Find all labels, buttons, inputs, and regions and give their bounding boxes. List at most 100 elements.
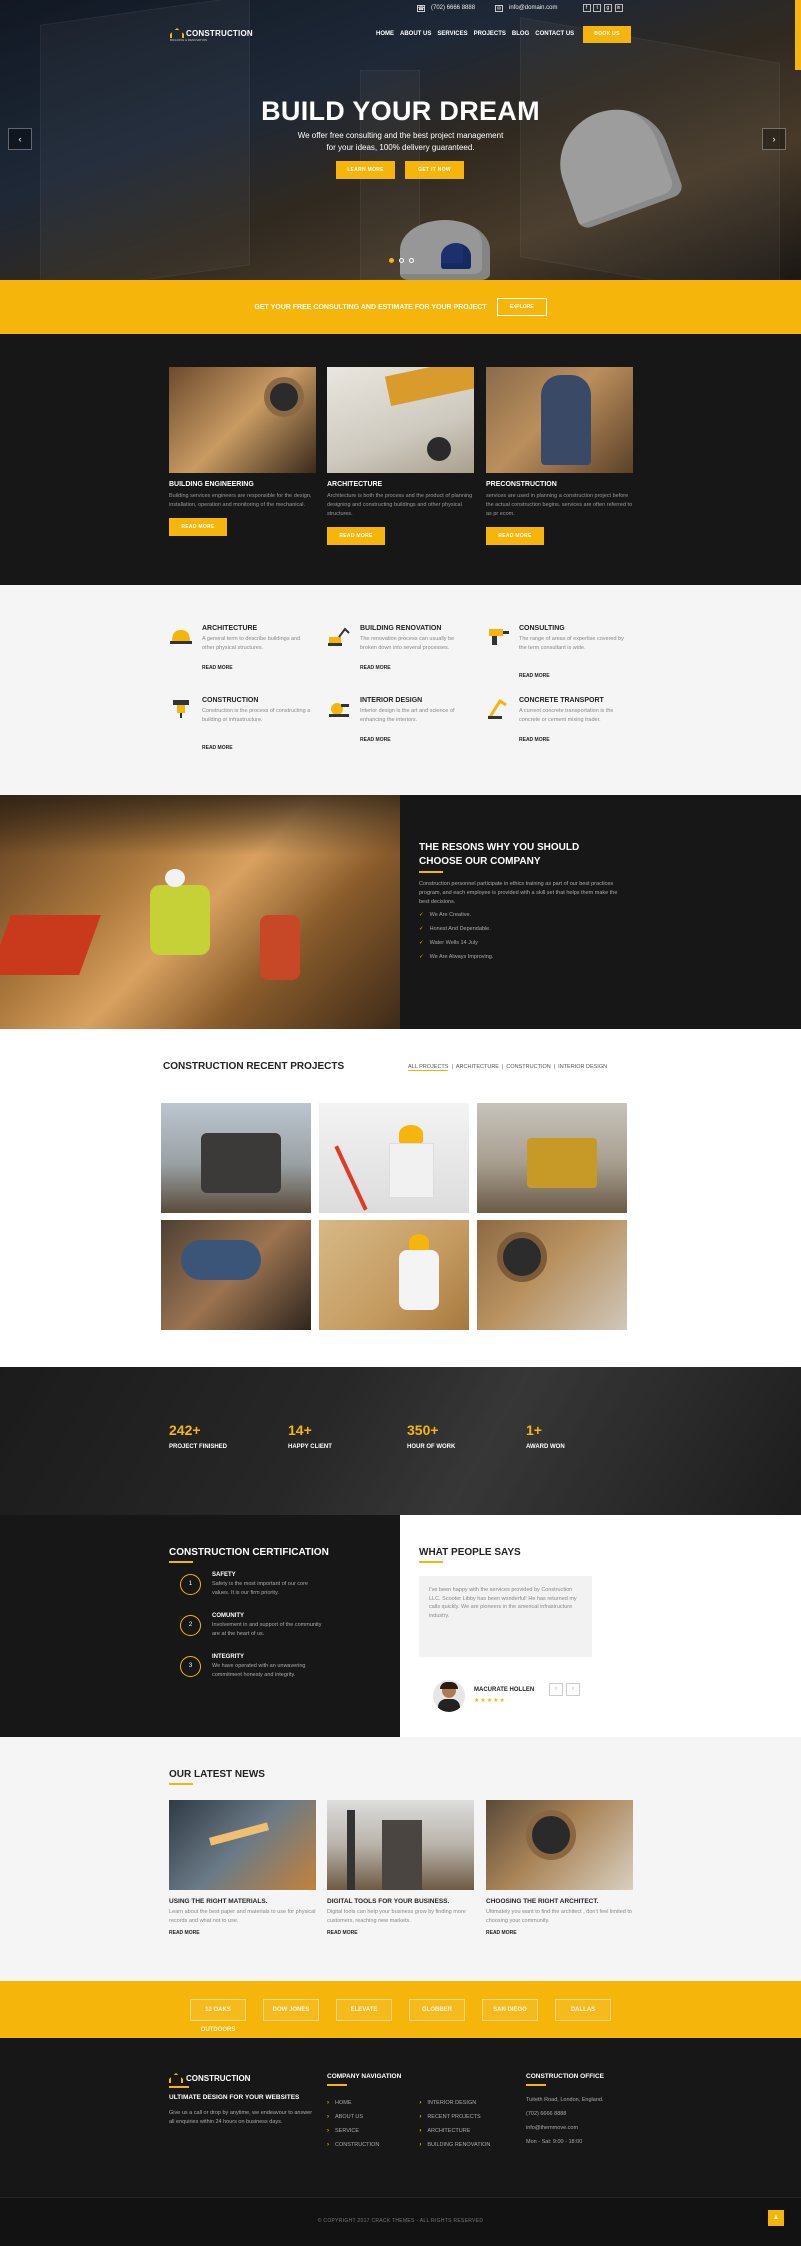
google-plus-icon[interactable]: g <box>603 4 612 12</box>
read-more-button[interactable]: READ MORE <box>169 518 227 536</box>
project-image[interactable] <box>477 1103 627 1213</box>
partner-logo[interactable]: GLOBBER <box>409 1998 465 2021</box>
read-more-link[interactable]: READ MORE <box>519 737 550 743</box>
news-image[interactable] <box>486 1800 633 1890</box>
check-icon: ✓ <box>419 912 424 918</box>
news-image[interactable] <box>327 1800 474 1890</box>
slider-dot[interactable] <box>409 258 414 263</box>
testimonial-name: MACURATE HOLLEN <box>474 1687 535 1693</box>
nav-about[interactable]: ABOUT US <box>400 31 431 37</box>
facebook-icon[interactable]: f <box>582 4 591 12</box>
explore-button[interactable]: EXPLORE <box>496 298 547 316</box>
news-card-title[interactable]: DIGITAL TOOLS FOR YOUR BUSINESS. <box>327 1898 474 1905</box>
tab-all-projects[interactable]: ALL PROJECTS <box>408 1064 449 1071</box>
footer-tagline: ULTIMATE DESIGN FOR YOUR WEBSITES <box>169 2094 300 2101</box>
tab-interior-design[interactable]: INTERIOR DESIGN <box>558 1064 607 1071</box>
read-more-link[interactable]: READ MORE <box>486 1930 633 1936</box>
project-image[interactable] <box>319 1220 469 1330</box>
slider-dot[interactable] <box>389 258 394 263</box>
footer-nav-link[interactable]: › INTERIOR DESIGN <box>419 2100 490 2106</box>
news-card: CHOOSING THE RIGHT ARCHITECT. Ultimately… <box>486 1800 633 1936</box>
service-title: PRECONSTRUCTION <box>486 481 557 488</box>
read-more-link[interactable]: READ MORE <box>327 1930 474 1936</box>
feature-text: A general term to describe buildings and… <box>202 636 301 651</box>
project-image[interactable] <box>319 1103 469 1213</box>
topbar: ☎ (702) 6666 8888 ✉ info@domain.com f t … <box>417 4 623 12</box>
partner-logo[interactable]: DOW JONES <box>263 1998 319 2021</box>
read-more-link[interactable]: READ MORE <box>519 673 550 679</box>
news-title: OUR LATEST NEWS <box>169 1769 265 1780</box>
nav-home[interactable]: HOME <box>376 31 394 37</box>
nav-projects[interactable]: PROJECTS <box>474 31 506 37</box>
nav-services[interactable]: SERVICES <box>437 31 467 37</box>
learn-more-button[interactable]: LEARN MORE <box>336 161 395 179</box>
project-image[interactable] <box>161 1220 311 1330</box>
footer-nav-link[interactable]: › RECENT PROJECTS <box>419 2114 490 2120</box>
project-image[interactable] <box>161 1103 311 1213</box>
nav-blog[interactable]: BLOG <box>512 31 529 37</box>
read-more-button[interactable]: READ MORE <box>327 527 385 545</box>
footer-nav-link[interactable]: › ARCHITECTURE <box>419 2128 490 2134</box>
slider-dots <box>389 258 414 263</box>
footer-email[interactable]: info@themmove.com <box>526 2124 604 2133</box>
hero-subtitle-line: for your ideas, 100% delivery guaranteed… <box>326 143 475 152</box>
book-us-button[interactable]: BOOK US <box>583 26 631 43</box>
nav-contact[interactable]: CONTACT US <box>535 31 574 37</box>
stat-item: 14+ HAPPY CLIENT <box>288 1422 332 1450</box>
stat-label: HOUR OF WORK <box>407 1444 456 1450</box>
avatar <box>433 1680 465 1712</box>
service-image <box>327 367 474 473</box>
partner-logo[interactable]: 12 OAKS OUTDOORS <box>190 1998 246 2033</box>
tab-construction[interactable]: CONSTRUCTION <box>506 1064 550 1071</box>
news-card-title[interactable]: USING THE RIGHT MATERIALS. <box>169 1898 316 1905</box>
partner-logo[interactable]: SAN DIEGO <box>482 1998 538 2021</box>
news-card-title[interactable]: CHOOSING THE RIGHT ARCHITECT. <box>486 1898 633 1905</box>
footer-nav-link[interactable]: › ABOUT US <box>327 2114 379 2120</box>
twitter-icon[interactable]: t <box>593 4 602 12</box>
scroll-to-top-icon[interactable]: ▲ <box>768 2210 784 2226</box>
reasons-title: THE RESONS WHY YOU SHOULD CHOOSE OUR COM… <box>419 842 580 867</box>
logo-subtext: BUILDING & RENOVATION <box>170 38 208 42</box>
footer-nav-link[interactable]: › BUILDING RENOVATION <box>419 2142 490 2148</box>
footer-nav-link[interactable]: › SERVICE <box>327 2128 379 2134</box>
footer-nav-link[interactable]: › CONSTRUCTION <box>327 2142 379 2148</box>
read-more-link[interactable]: READ MORE <box>202 665 233 671</box>
read-more-link[interactable]: READ MORE <box>360 737 391 743</box>
get-it-now-button[interactable]: GET IT NOW <box>405 161 464 179</box>
feature-title: ARCHITECTURE <box>202 625 258 632</box>
certification-title: CONSTRUCTION CERTIFICATION <box>169 1547 329 1558</box>
topbar-email[interactable]: info@domain.com <box>509 5 557 11</box>
read-more-link[interactable]: READ MORE <box>360 665 391 671</box>
service-image <box>486 367 633 473</box>
testimonial-prev-icon[interactable]: ‹ <box>549 1683 563 1696</box>
read-more-link[interactable]: READ MORE <box>169 1930 316 1936</box>
partner-logo[interactable]: DALLAS <box>555 1998 611 2021</box>
stat-label: HAPPY CLIENT <box>288 1444 332 1450</box>
project-image[interactable] <box>477 1220 627 1330</box>
testimonial-next-icon[interactable]: › <box>566 1683 580 1696</box>
footer-office: CONSTRUCTION OFFICE Tuiteth Road, London… <box>526 2073 604 2147</box>
footer-about-text: Give us a call or drop by anytime, we en… <box>169 2110 313 2125</box>
slider-dot[interactable] <box>399 258 404 263</box>
reasons-text: Construction personnel participate in et… <box>419 881 618 905</box>
read-more-button[interactable]: READ MORE <box>486 527 544 545</box>
footer-nav-link[interactable]: › HOME <box>327 2100 379 2106</box>
slider-prev-arrow-icon[interactable]: ‹ <box>8 128 32 150</box>
site-logo[interactable]: CONSTRUCTION BUILDING & RENOVATION <box>170 28 253 42</box>
footer-logo[interactable]: CONSTRUCTION <box>169 2073 319 2083</box>
tab-architecture[interactable]: ARCHITECTURE <box>456 1064 499 1071</box>
news-image[interactable] <box>169 1800 316 1890</box>
stat-number: 1+ <box>526 1422 542 1438</box>
feature-text: Interior design is the art and science o… <box>360 708 455 723</box>
mail-icon: ✉ <box>495 4 504 12</box>
linkedin-icon[interactable]: in <box>614 4 623 12</box>
chevron-right-icon: › <box>327 2128 329 2134</box>
check-icon: ✓ <box>419 954 424 960</box>
slider-next-arrow-icon[interactable]: › <box>762 128 786 150</box>
feature-title: CONSULTING <box>519 625 565 632</box>
read-more-link[interactable]: READ MORE <box>202 745 233 751</box>
footer-navigation: COMPANY NAVIGATION › HOME › ABOUT US › SERV… <box>327 2073 490 2156</box>
partner-logo[interactable]: ELEVATE <box>336 1998 392 2021</box>
service-text: Architecture is both the process and the… <box>327 493 473 517</box>
reasons-section: THE RESONS WHY YOU SHOULD CHOOSE OUR COM… <box>0 795 801 1029</box>
